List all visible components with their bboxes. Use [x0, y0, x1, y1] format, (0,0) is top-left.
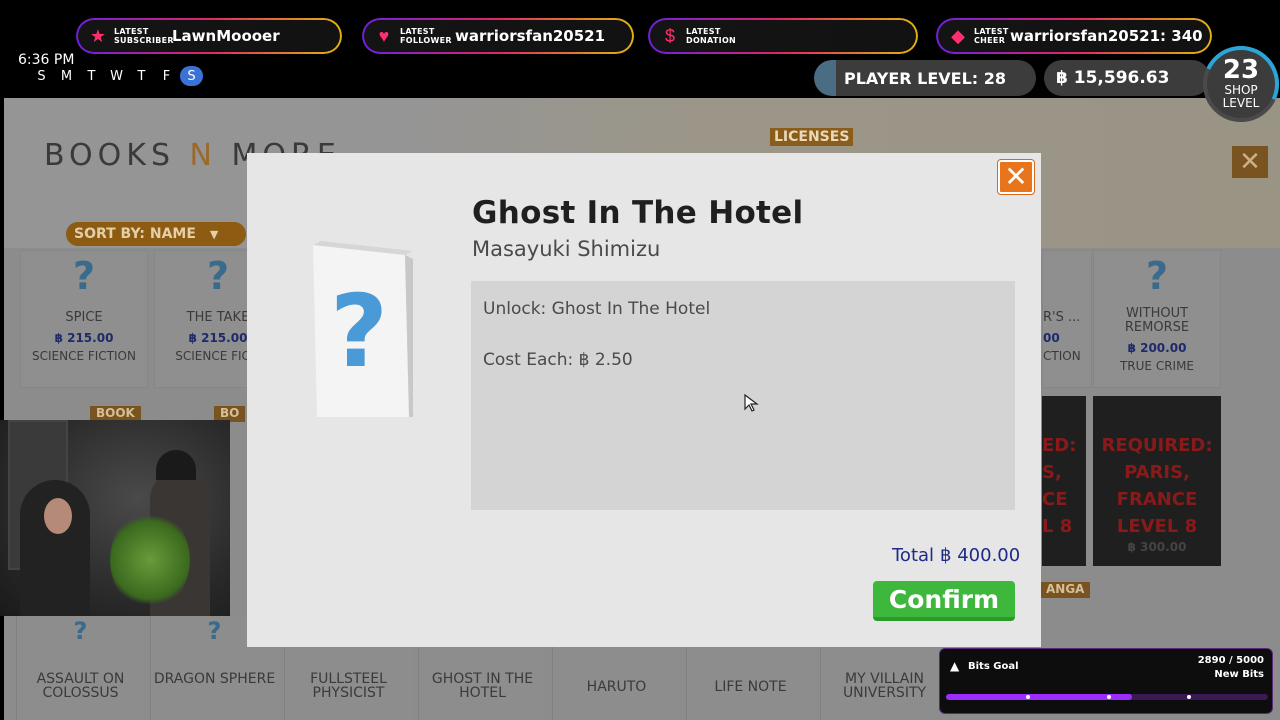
- book-title: LIFE NOTE: [714, 679, 787, 695]
- progress-tick: [1026, 695, 1030, 699]
- player-level-progress: [814, 60, 837, 96]
- book-card[interactable]: ? ASSAULT ON COLOSSUS: [16, 616, 144, 720]
- book-price: ฿ 200.00: [1127, 341, 1187, 355]
- requirement-text: LEVEL 8: [1116, 516, 1198, 537]
- latest-cheer-alert: ◆ LATEST CHEER warriorsfan20521: 340: [936, 18, 1212, 54]
- requirement-text: PARIS,: [1124, 462, 1190, 483]
- book-title: MY VILLAIN UNIVERSITY: [842, 671, 927, 701]
- bits-goal-title: Bits Goal: [968, 661, 1019, 672]
- unknown-book-icon: ?: [72, 254, 96, 298]
- category-tag: ANGA: [1040, 582, 1091, 598]
- unlock-text: Unlock: Ghost In The Hotel: [483, 299, 711, 319]
- locked-book-card[interactable]: ED: S, CE L 8: [1042, 396, 1086, 566]
- book-title: WITHOUT REMORSE: [1124, 306, 1190, 335]
- progress-tick: [1187, 695, 1191, 699]
- book-price: 00: [1043, 331, 1060, 345]
- alert-kind: LATEST SUBSCRIBER: [114, 27, 174, 45]
- shop-close-button[interactable]: ✕: [1232, 146, 1268, 178]
- latest-donation-alert: $ LATEST DONATION: [648, 18, 918, 54]
- weekday-chip: T: [137, 68, 146, 84]
- bits-goal-widget: ▲ Bits Goal 2890 / 5000 New Bits: [939, 648, 1273, 714]
- alert-kind: LATEST CHEER: [974, 27, 1009, 45]
- book-card[interactable]: ? WITHOUT REMORSE ฿ 200.00 TRUE CRIME: [1093, 250, 1221, 388]
- alert-value: warriorsfan20521: 340: [1010, 27, 1203, 45]
- bits-goal-count: 2890 / 5000: [1197, 655, 1264, 666]
- diamond-icon: ◆: [951, 25, 965, 46]
- total-price: Total ฿ 400.00: [892, 545, 1021, 566]
- alert-kind: LATEST DONATION: [686, 27, 737, 45]
- book-title: ASSAULT ON COLOSSUS: [36, 671, 125, 701]
- alert-value: warriorsfan20521: [455, 27, 606, 45]
- webcam-feed: [0, 420, 230, 616]
- weekday-chip: S: [180, 66, 203, 86]
- mouse-cursor-icon: [744, 393, 759, 412]
- book-price: ฿ 300.00: [1127, 540, 1187, 554]
- alert-kind: LATEST FOLLOWER: [400, 27, 452, 45]
- weekday-indicator: SMTWTFS: [30, 66, 203, 86]
- bits-goal-progress: [946, 694, 1268, 700]
- player-level-display: PLAYER LEVEL: 28: [814, 60, 1036, 96]
- webcam-person: [156, 450, 196, 480]
- close-button[interactable]: ✕: [998, 160, 1034, 194]
- star-icon: ★: [89, 25, 107, 46]
- book-title: FULLSTEEL PHYSICIST: [310, 671, 387, 701]
- licenses-tab[interactable]: LICENSES: [770, 128, 854, 146]
- book-title: HARUTO: [586, 679, 647, 695]
- book-title: R'S ...: [1043, 310, 1081, 325]
- locked-book-card[interactable]: REQUIRED: PARIS, FRANCE LEVEL 8 ฿ 300.00: [1093, 396, 1221, 566]
- svg-text:?: ?: [330, 273, 388, 390]
- book-genre: SCIENCE FICTION: [32, 349, 136, 363]
- heart-icon: ♥: [378, 25, 390, 46]
- requirement-text: FRANCE: [1116, 489, 1198, 510]
- book-title: Ghost In The Hotel: [472, 195, 804, 231]
- book-author: Masayuki Shimizu: [472, 237, 661, 261]
- unknown-book-icon: ?: [1145, 254, 1169, 298]
- cost-each-text: Cost Each: ฿ 2.50: [483, 350, 633, 370]
- bits-goal-progress-fill: [946, 694, 1133, 700]
- weekday-chip: W: [110, 68, 123, 84]
- player-level-label: PLAYER LEVEL: 28: [843, 68, 1007, 88]
- webcam-plant: [110, 510, 190, 610]
- weekday-chip: M: [60, 68, 73, 84]
- book-title: DRAGON SPHERE: [153, 671, 276, 687]
- requirement-text: S,: [1042, 462, 1062, 483]
- bits-goal-subtitle: New Bits: [1214, 669, 1264, 680]
- weekday-chip: F: [162, 68, 171, 84]
- alert-value: LawnMoooer: [172, 27, 280, 45]
- progress-tick: [1107, 695, 1111, 699]
- confirm-button[interactable]: Confirm: [873, 581, 1015, 621]
- unknown-book-icon: [1043, 251, 1091, 311]
- sort-dropdown[interactable]: SORT BY: NAME ▼: [66, 222, 246, 246]
- webcam-person: [44, 498, 72, 534]
- dollar-icon: $: [664, 25, 675, 46]
- weekday-chip: T: [87, 68, 96, 84]
- chevron-down-icon: ▼: [209, 227, 219, 241]
- purchase-license-dialog: ✕ ? Ghost In The Hotel Masayuki Shimizu …: [247, 153, 1041, 647]
- requirement-text: REQUIRED:: [1101, 435, 1213, 456]
- weekday-chip: S: [37, 68, 46, 84]
- latest-subscriber-alert: ★ LATEST SUBSCRIBER LawnMoooer: [76, 18, 342, 54]
- book-genre: TRUE CRIME: [1119, 359, 1195, 373]
- latest-follower-alert: ♥ LATEST FOLLOWER warriorsfan20521: [362, 18, 634, 54]
- screen: BOOKS N MORE LICENSES SORT BY: NAME▼ ✕ ?…: [0, 0, 1280, 720]
- requirement-text: L 8: [1042, 516, 1073, 537]
- shop-level-badge: 23 SHOP LEVEL: [1192, 35, 1280, 133]
- requirement-text: CE: [1042, 489, 1068, 510]
- book-title: SPICE: [65, 310, 103, 325]
- book-card[interactable]: ? SPICE ฿ 215.00 SCIENCE FICTION: [20, 250, 148, 388]
- stream-overlay-bar: ★ LATEST SUBSCRIBER LawnMoooer ♥ LATEST …: [0, 0, 1280, 133]
- bits-icon: ▲: [950, 659, 960, 673]
- book-genre: CTION: [1043, 349, 1081, 363]
- book-placeholder-icon: ?: [313, 241, 413, 417]
- book-price: ฿ 215.00: [54, 331, 114, 345]
- book-card[interactable]: R'S ... 00 CTION: [1042, 250, 1092, 388]
- requirement-text: ED:: [1042, 435, 1077, 456]
- unknown-book-icon: ?: [73, 617, 88, 645]
- money-display: ฿ 15,596.63: [1044, 60, 1210, 96]
- book-title: GHOST IN THE HOTEL: [431, 671, 534, 701]
